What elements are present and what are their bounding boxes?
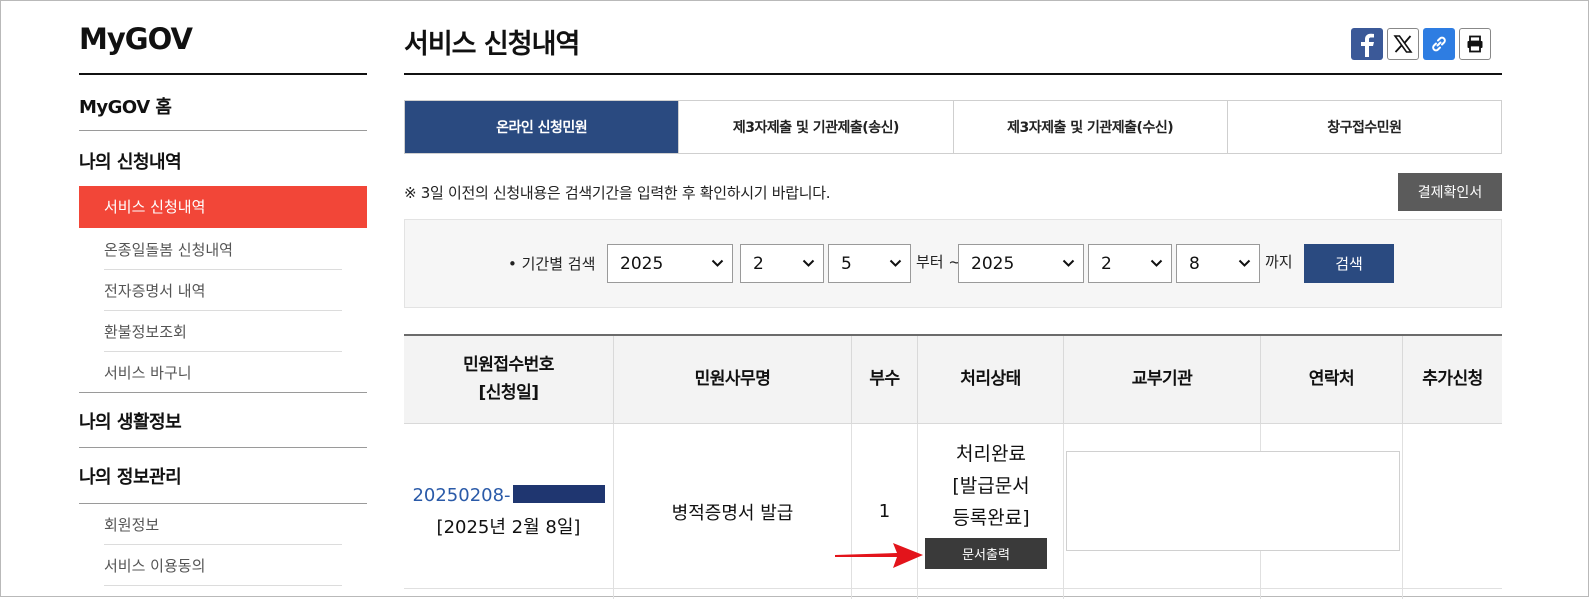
copies-cell: 1 bbox=[852, 424, 918, 599]
col-copies: 부수 bbox=[852, 336, 918, 423]
sidebar-subdivider bbox=[104, 351, 342, 352]
sidebar-top-rule bbox=[79, 73, 367, 75]
brand-logo[interactable]: MyGOV bbox=[79, 22, 193, 56]
title-rule bbox=[404, 73, 1502, 75]
chevron-down-icon bbox=[1062, 259, 1075, 267]
to-year-value: 2025 bbox=[971, 253, 1015, 274]
sidebar-subdivider bbox=[104, 269, 342, 270]
sidebar-item-e-certificates[interactable]: 전자증명서 내역 bbox=[104, 280, 205, 301]
x-twitter-icon[interactable] bbox=[1387, 28, 1419, 60]
chevron-down-icon bbox=[1238, 259, 1251, 267]
from-day-select[interactable]: 5 bbox=[828, 244, 911, 283]
period-search-label: • 기간별 검색 bbox=[508, 255, 596, 273]
col-status: 처리상태 bbox=[918, 336, 1064, 423]
sidebar-divider bbox=[79, 130, 367, 131]
sidebar-item-service-basket[interactable]: 서비스 바구니 bbox=[104, 362, 192, 383]
tab-third-party-received[interactable]: 제3자제출 및 기관제출(수신) bbox=[952, 101, 1227, 153]
col-application-number: 민원접수번호 [신청일] bbox=[404, 336, 614, 423]
sidebar-divider bbox=[79, 503, 367, 504]
search-notice: ※ 3일 이전의 신청내용은 검색기간을 입력한 후 확인하시기 바랍니다. bbox=[404, 184, 831, 202]
search-button[interactable]: 검색 bbox=[1304, 244, 1394, 283]
from-label: 부터 ~ bbox=[916, 253, 961, 271]
sidebar-subdivider bbox=[104, 310, 342, 311]
sidebar-item-all-day-care[interactable]: 온종일돌봄 신청내역 bbox=[104, 239, 233, 260]
tab-third-party-sent[interactable]: 제3자제출 및 기관제출(송신) bbox=[678, 101, 952, 153]
print-icon[interactable] bbox=[1459, 28, 1491, 60]
application-date: [2025년 2월 8일] bbox=[436, 516, 581, 538]
sidebar-item-refund-info[interactable]: 환불정보조회 bbox=[104, 321, 187, 342]
print-document-button[interactable]: 문서출력 bbox=[925, 538, 1047, 569]
table-row-cell-application: 20250208- [2025년 2월 8일] bbox=[404, 424, 614, 599]
col-issuing-agency: 교부기관 bbox=[1064, 336, 1261, 423]
redacted-block bbox=[512, 484, 605, 503]
sidebar-item-member-info[interactable]: 회원정보 bbox=[104, 514, 159, 535]
application-number-link[interactable]: 20250208- bbox=[412, 485, 510, 506]
sidebar-subdivider bbox=[104, 585, 342, 586]
chevron-down-icon bbox=[1150, 259, 1163, 267]
sidebar-divider bbox=[79, 392, 367, 393]
to-year-select[interactable]: 2025 bbox=[958, 244, 1084, 283]
page-title: 서비스 신청내역 bbox=[404, 29, 580, 60]
from-year-select[interactable]: 2025 bbox=[607, 244, 733, 283]
tab-online-requests[interactable]: 온라인 신청민원 bbox=[405, 101, 679, 153]
sidebar-section-my-info[interactable]: 나의 정보관리 bbox=[79, 463, 182, 489]
sidebar-item-home[interactable]: MyGOV 홈 bbox=[79, 93, 172, 119]
sidebar-section-applications[interactable]: 나의 신청내역 bbox=[79, 148, 182, 174]
request-type-tabs: 온라인 신청민원 제3자제출 및 기관제출(송신) 제3자제출 및 기관제출(수… bbox=[404, 100, 1502, 154]
table-header: 민원접수번호 [신청일] 민원사무명 부수 처리상태 교부기관 연락처 추가신청 bbox=[404, 336, 1502, 424]
sidebar-item-service-applications[interactable]: 서비스 신청내역 bbox=[79, 186, 367, 228]
additional-request-cell bbox=[1403, 424, 1502, 599]
sidebar-divider bbox=[79, 447, 367, 448]
col-service-name: 민원사무명 bbox=[614, 336, 852, 423]
tab-counter-requests[interactable]: 창구접수민원 bbox=[1226, 101, 1501, 153]
payment-receipt-button[interactable]: 결제확인서 bbox=[1398, 173, 1502, 211]
to-day-value: 8 bbox=[1189, 253, 1200, 274]
chevron-down-icon bbox=[802, 259, 815, 267]
chevron-down-icon bbox=[711, 259, 724, 267]
from-year-value: 2025 bbox=[620, 253, 664, 274]
sidebar-section-life-info[interactable]: 나의 생활정보 bbox=[79, 408, 182, 434]
col-contact: 연락처 bbox=[1261, 336, 1403, 423]
to-month-value: 2 bbox=[1101, 253, 1112, 274]
agency-contact-box bbox=[1066, 451, 1400, 551]
col-additional-request: 추가신청 bbox=[1422, 368, 1483, 389]
to-day-select[interactable]: 8 bbox=[1176, 244, 1260, 283]
from-month-value: 2 bbox=[753, 253, 764, 274]
row-divider bbox=[404, 588, 1502, 589]
to-label: 까지 bbox=[1265, 253, 1293, 271]
link-icon[interactable] bbox=[1423, 28, 1455, 60]
sidebar-item-service-consent[interactable]: 서비스 이용동의 bbox=[104, 555, 205, 576]
chevron-down-icon bbox=[889, 259, 902, 267]
sidebar-subdivider bbox=[104, 544, 342, 545]
status-text: 처리완료 [발급문서 등록완료] bbox=[952, 443, 1030, 529]
facebook-icon[interactable] bbox=[1351, 28, 1383, 60]
from-day-value: 5 bbox=[841, 253, 852, 274]
to-month-select[interactable]: 2 bbox=[1088, 244, 1172, 283]
service-name-cell: 병적증명서 발급 bbox=[614, 424, 852, 599]
red-arrow-icon bbox=[835, 543, 923, 568]
from-month-select[interactable]: 2 bbox=[740, 244, 824, 283]
